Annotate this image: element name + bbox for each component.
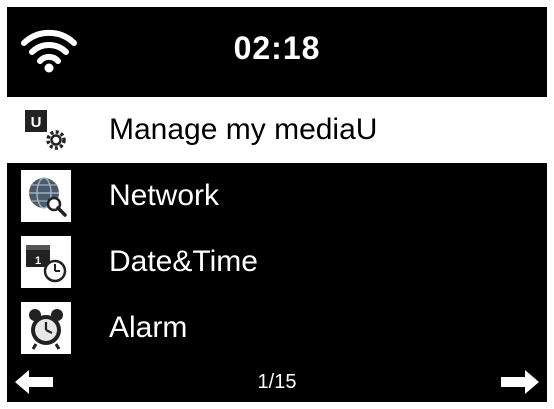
svg-text:U: U bbox=[31, 114, 42, 131]
arrow-right-icon[interactable] bbox=[501, 370, 539, 394]
mediau-settings-icon: U bbox=[21, 104, 71, 156]
clock-time: 02:18 bbox=[233, 30, 321, 66]
network-globe-icon bbox=[21, 170, 71, 222]
navigation-bar: 1/15 bbox=[7, 362, 547, 402]
menu-item-date-time[interactable]: 1 Date&Time bbox=[7, 229, 547, 295]
menu-item-manage-mediau[interactable]: U Manage my mediaU bbox=[7, 97, 547, 163]
menu-item-label: Network bbox=[109, 179, 220, 212]
settings-menu: U Manage my mediaU Network 1 Date&Time A… bbox=[7, 97, 547, 361]
menu-item-label: Date&Time bbox=[109, 245, 258, 278]
radio-display: 02:18 U Manage my mediaU Network 1 Date&… bbox=[7, 7, 547, 402]
calendar-clock-icon: 1 bbox=[21, 236, 71, 288]
menu-item-alarm[interactable]: Alarm bbox=[7, 295, 547, 361]
status-bar: 02:18 bbox=[7, 7, 547, 89]
menu-item-network[interactable]: Network bbox=[7, 163, 547, 229]
menu-item-label: Alarm bbox=[109, 311, 188, 344]
alarm-clock-icon bbox=[21, 302, 71, 354]
svg-text:1: 1 bbox=[35, 255, 41, 267]
menu-item-label: Manage my mediaU bbox=[109, 113, 378, 146]
page-indicator: 1/15 bbox=[257, 371, 297, 393]
